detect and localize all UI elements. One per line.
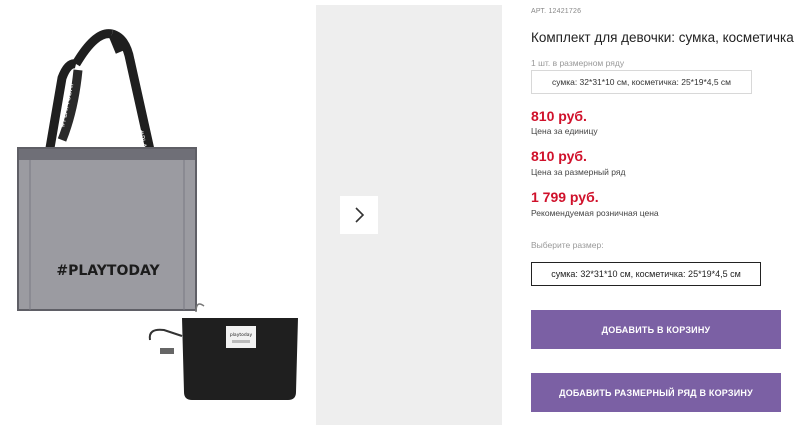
unit-price: 810 руб. (531, 108, 587, 124)
retail-price: 1 799 руб. (531, 189, 599, 205)
size-select-label: Выберите размер: (531, 240, 604, 250)
bag-print: #PLAYTODAY (56, 263, 160, 279)
size-row-label: 1 шт. в размерном ряду (531, 58, 625, 68)
size-option[interactable]: сумка: 32*31*10 см, косметичка: 25*19*4,… (531, 262, 761, 286)
product-image[interactable]: #PLAYTODAY #PLAYTODAY #PLAYTODAY playtod… (0, 0, 316, 428)
next-image-button[interactable] (340, 196, 378, 234)
bag-illustration: #PLAYTODAY #PLAYTODAY #PLAYTODAY playtod… (17, 29, 298, 400)
size-row-value: сумка: 32*31*10 см, косметичка: 25*19*4,… (531, 70, 752, 94)
product-info: АРТ. 12421726 Комплект для девочки: сумк… (531, 0, 800, 428)
chevron-right-icon (355, 207, 365, 223)
size-row-price-caption: Цена за размерный ряд (531, 167, 626, 177)
pouch-label: playtoday (230, 332, 253, 338)
article-label: АРТ. (531, 8, 547, 15)
article-line: АРТ. 12421726 (531, 8, 581, 15)
product-title: Комплект для девочки: сумка, косметичка (531, 30, 794, 45)
retail-price-caption: Рекомендуемая розничная цена (531, 208, 659, 218)
add-size-row-button[interactable]: Добавить размерный ряд в корзину (531, 373, 781, 412)
size-row-price: 810 руб. (531, 148, 587, 164)
unit-price-caption: Цена за единицу (531, 126, 598, 136)
article-number: 12421726 (548, 8, 582, 15)
add-to-cart-button[interactable]: Добавить в корзину (531, 310, 781, 349)
